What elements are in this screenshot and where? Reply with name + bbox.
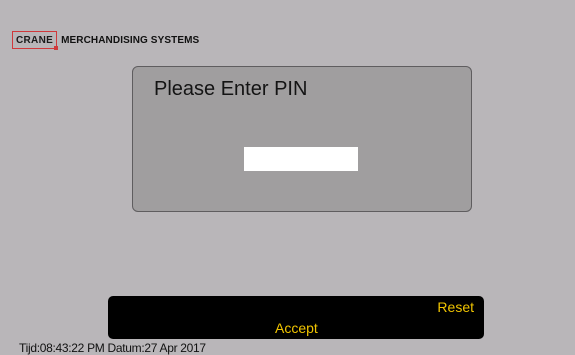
- time-date-status: Tijd:08:43:22 PM Datum:27 Apr 2017: [19, 341, 206, 355]
- pin-input[interactable]: [244, 147, 358, 171]
- brand-header: CRANE MERCHANDISING SYSTEMS: [12, 31, 200, 50]
- pin-dialog: Please Enter PIN: [132, 66, 472, 212]
- pin-entry-screen: CRANE MERCHANDISING SYSTEMS Please Enter…: [0, 0, 575, 355]
- reset-button[interactable]: Reset: [437, 299, 474, 315]
- logo-text: CRANE: [16, 34, 54, 46]
- action-bar: Reset Accept: [108, 296, 484, 339]
- accept-button[interactable]: Accept: [275, 320, 318, 336]
- logo-accent-dot: [54, 46, 59, 50]
- company-name: MERCHANDISING SYSTEMS: [61, 34, 200, 46]
- pin-dialog-title: Please Enter PIN: [154, 78, 308, 100]
- crane-logo: CRANE: [12, 31, 59, 50]
